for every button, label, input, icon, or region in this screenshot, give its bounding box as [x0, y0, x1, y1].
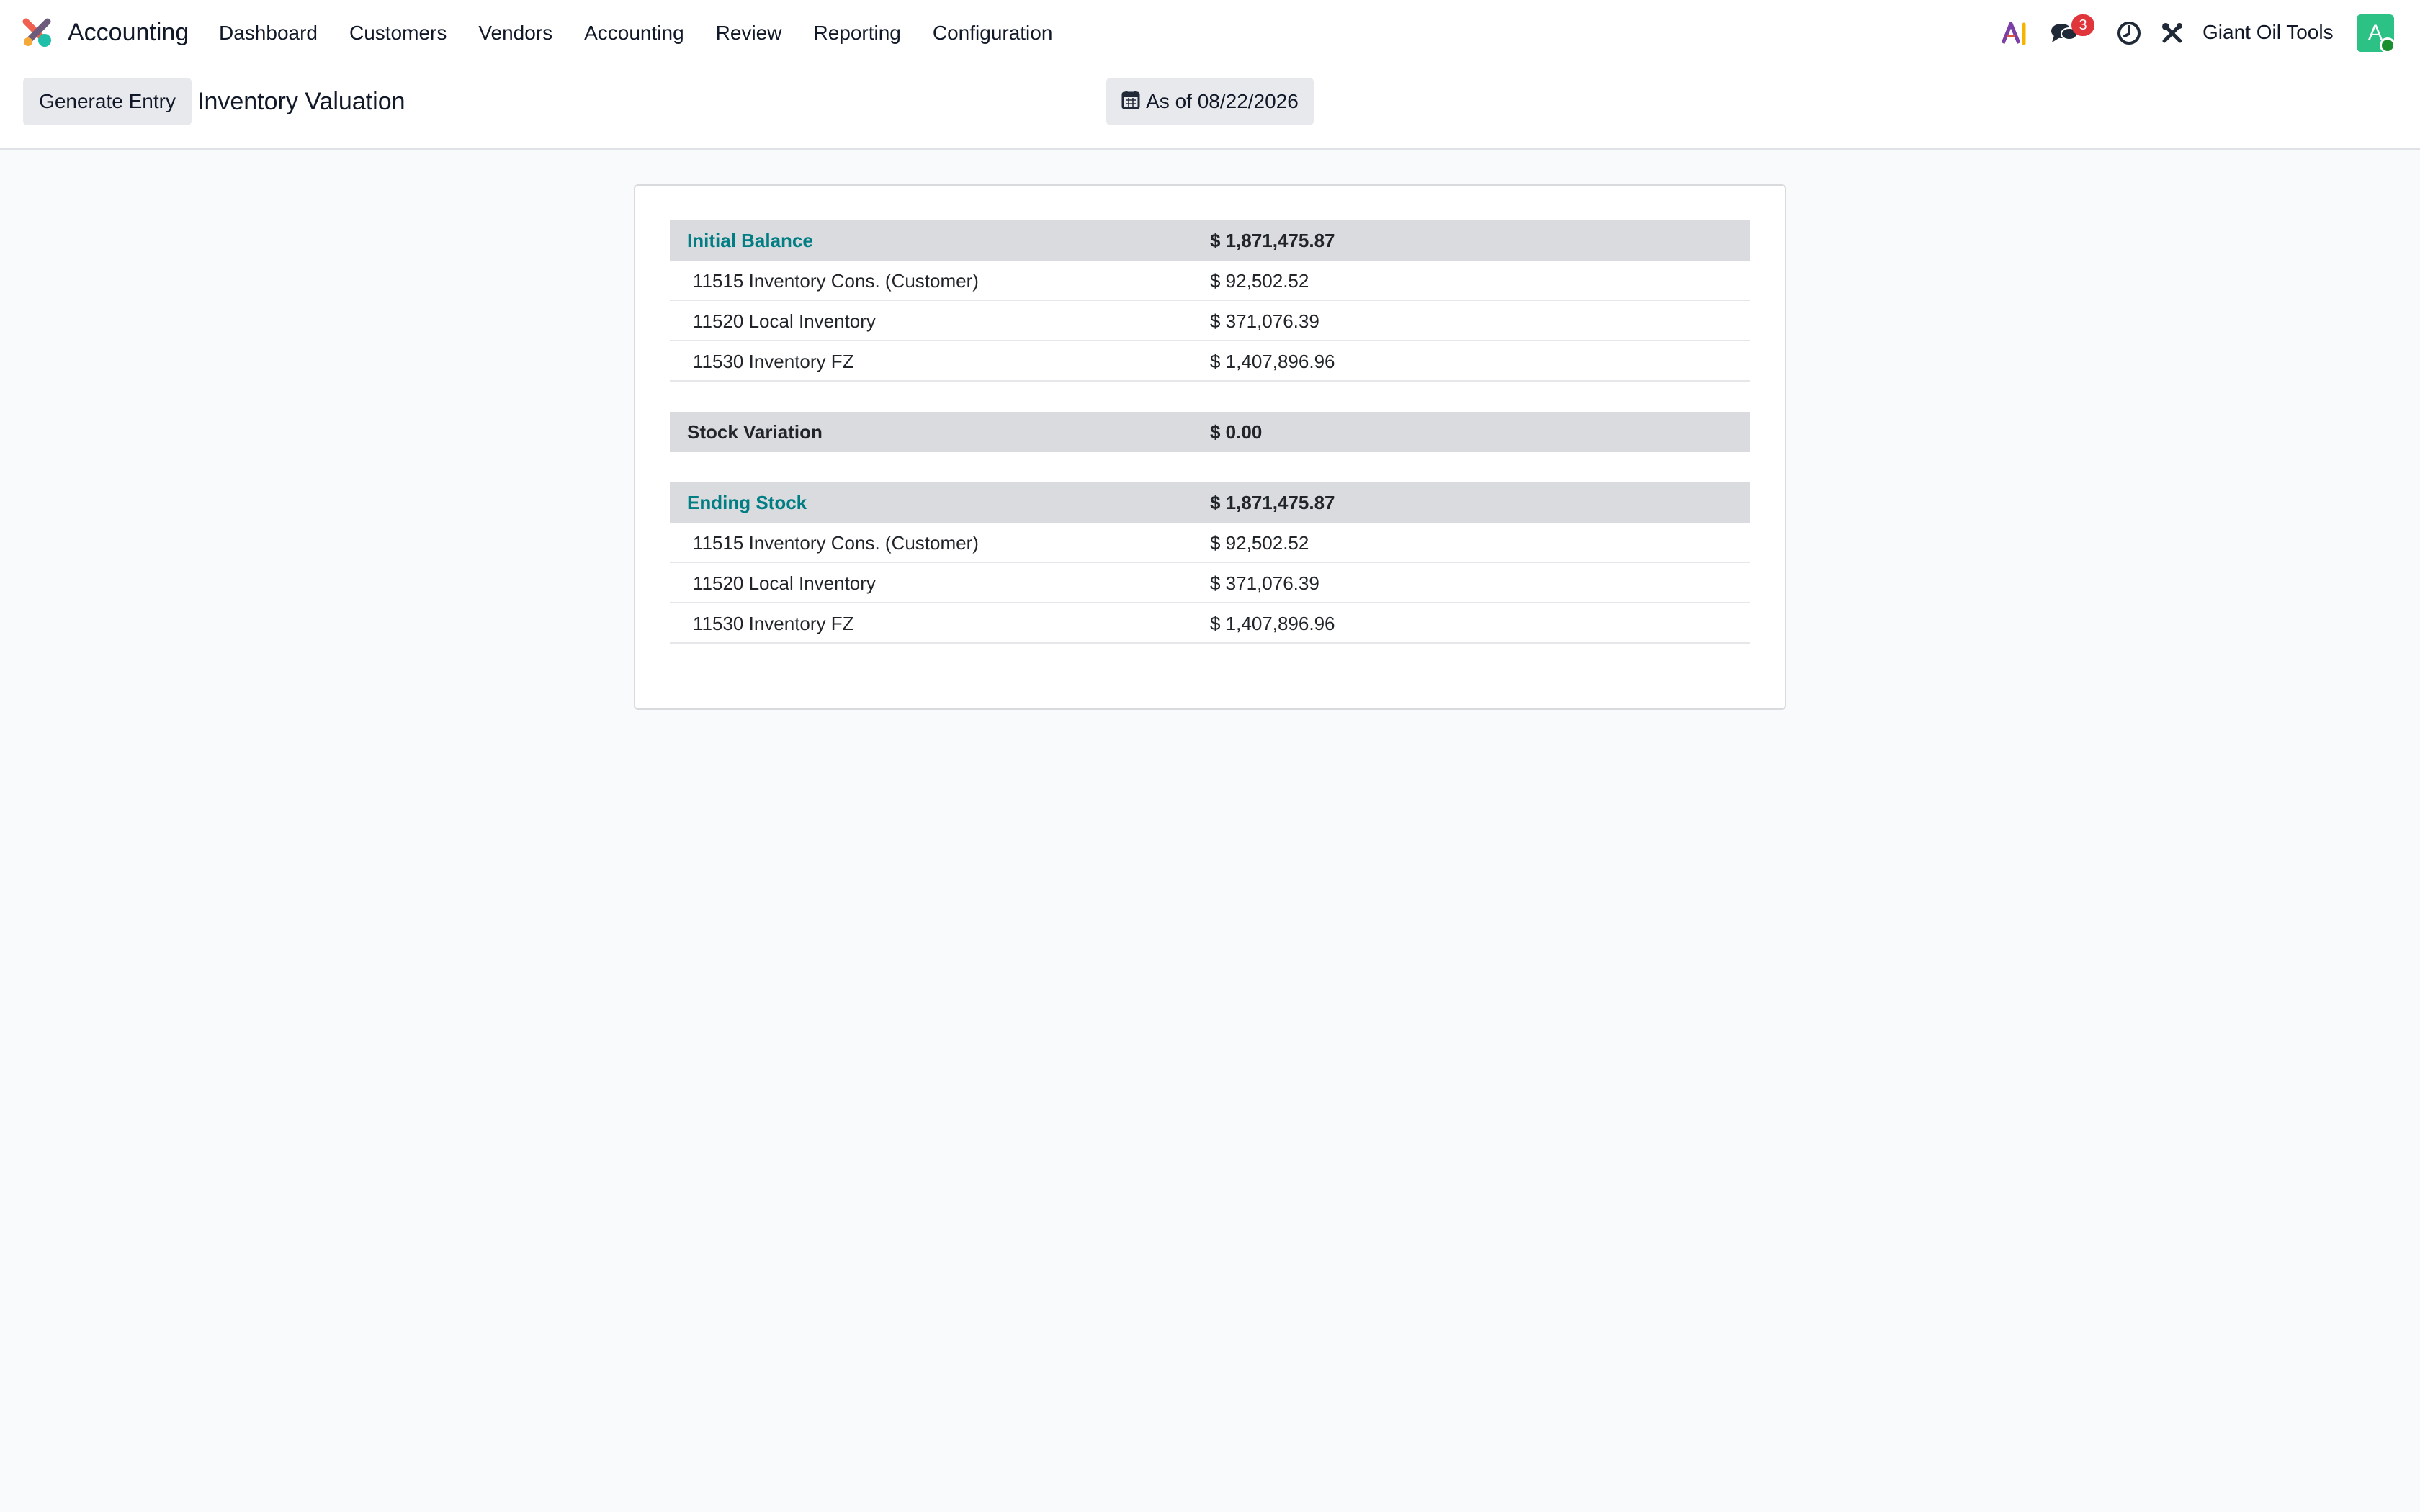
menu-item-reporting[interactable]: Reporting — [797, 0, 916, 66]
menu-item-configuration[interactable]: Configuration — [917, 0, 1069, 66]
account-amount: $ 1,407,896.96 — [1210, 351, 1335, 372]
date-filter-button[interactable]: As of 08/22/2026 — [1106, 78, 1314, 125]
generate-entry-button[interactable]: Generate Entry — [23, 78, 192, 125]
account-amount: $ 1,407,896.96 — [1210, 613, 1335, 634]
ending-stock-label[interactable]: Ending Stock — [687, 482, 807, 523]
account-amount: $ 92,502.52 — [1210, 270, 1309, 292]
online-status-icon — [2380, 37, 2396, 53]
menu-item-customers[interactable]: Customers — [333, 0, 462, 66]
account-name: 11520 Local Inventory — [693, 310, 876, 332]
control-panel: Generate Entry Inventory Valuation As of… — [0, 66, 2420, 150]
table-row[interactable]: 11515 Inventory Cons. (Customer) $ 92,50… — [670, 261, 1750, 301]
messages-count-badge: 3 — [2071, 14, 2094, 36]
stock-variation-total: $ 0.00 — [1210, 421, 1263, 443]
clock-icon[interactable] — [2113, 17, 2145, 49]
main-menu: Dashboard Customers Vendors Accounting R… — [203, 0, 1068, 66]
account-name: 11515 Inventory Cons. (Customer) — [693, 532, 979, 554]
account-name: 11520 Local Inventory — [693, 572, 876, 594]
tools-icon[interactable] — [2156, 17, 2188, 49]
menu-item-accounting[interactable]: Accounting — [568, 0, 700, 66]
top-navbar: Accounting Dashboard Customers Vendors A… — [0, 0, 2420, 66]
company-switcher[interactable]: Giant Oil Tools — [2202, 16, 2334, 49]
account-amount: $ 371,076.39 — [1210, 572, 1319, 594]
table-row[interactable]: 11515 Inventory Cons. (Customer) $ 92,50… — [670, 523, 1750, 563]
account-amount: $ 92,502.52 — [1210, 532, 1309, 554]
table-row[interactable]: 11530 Inventory FZ $ 1,407,896.96 — [670, 341, 1750, 382]
menu-item-dashboard[interactable]: Dashboard — [203, 0, 333, 66]
ai-icon[interactable] — [1999, 17, 2031, 49]
ending-stock-total: $ 1,871,475.87 — [1210, 492, 1335, 513]
date-filter-label: As of 08/22/2026 — [1146, 90, 1299, 112]
account-amount: $ 371,076.39 — [1210, 310, 1319, 332]
table-row[interactable]: 11520 Local Inventory $ 371,076.39 — [670, 301, 1750, 341]
table-row[interactable]: 11530 Inventory FZ $ 1,407,896.96 — [670, 603, 1750, 644]
stock-variation-label: Stock Variation — [687, 421, 823, 443]
account-name: 11515 Inventory Cons. (Customer) — [693, 270, 979, 292]
report-table: Initial Balance $ 1,871,475.87 11515 Inv… — [670, 220, 1750, 644]
account-name: 11530 Inventory FZ — [693, 351, 854, 372]
menu-item-review[interactable]: Review — [700, 0, 798, 66]
account-name: 11530 Inventory FZ — [693, 613, 854, 634]
menu-item-vendors[interactable]: Vendors — [462, 0, 568, 66]
inventory-valuation-report: Initial Balance $ 1,871,475.87 11515 Inv… — [634, 184, 1786, 710]
page-title: Inventory Valuation — [197, 88, 405, 115]
accounting-app-logo-icon[interactable] — [22, 17, 53, 49]
initial-balance-label[interactable]: Initial Balance — [687, 220, 813, 261]
ending-stock-header: Ending Stock $ 1,871,475.87 — [670, 482, 1750, 523]
table-row[interactable]: 11520 Local Inventory $ 371,076.39 — [670, 563, 1750, 603]
app-name[interactable]: Accounting — [68, 16, 189, 49]
stock-variation-header: Stock Variation $ 0.00 — [670, 412, 1750, 452]
initial-balance-header: Initial Balance $ 1,871,475.87 — [670, 220, 1750, 261]
calendar-icon — [1121, 89, 1146, 114]
initial-balance-total: $ 1,871,475.87 — [1210, 230, 1335, 251]
